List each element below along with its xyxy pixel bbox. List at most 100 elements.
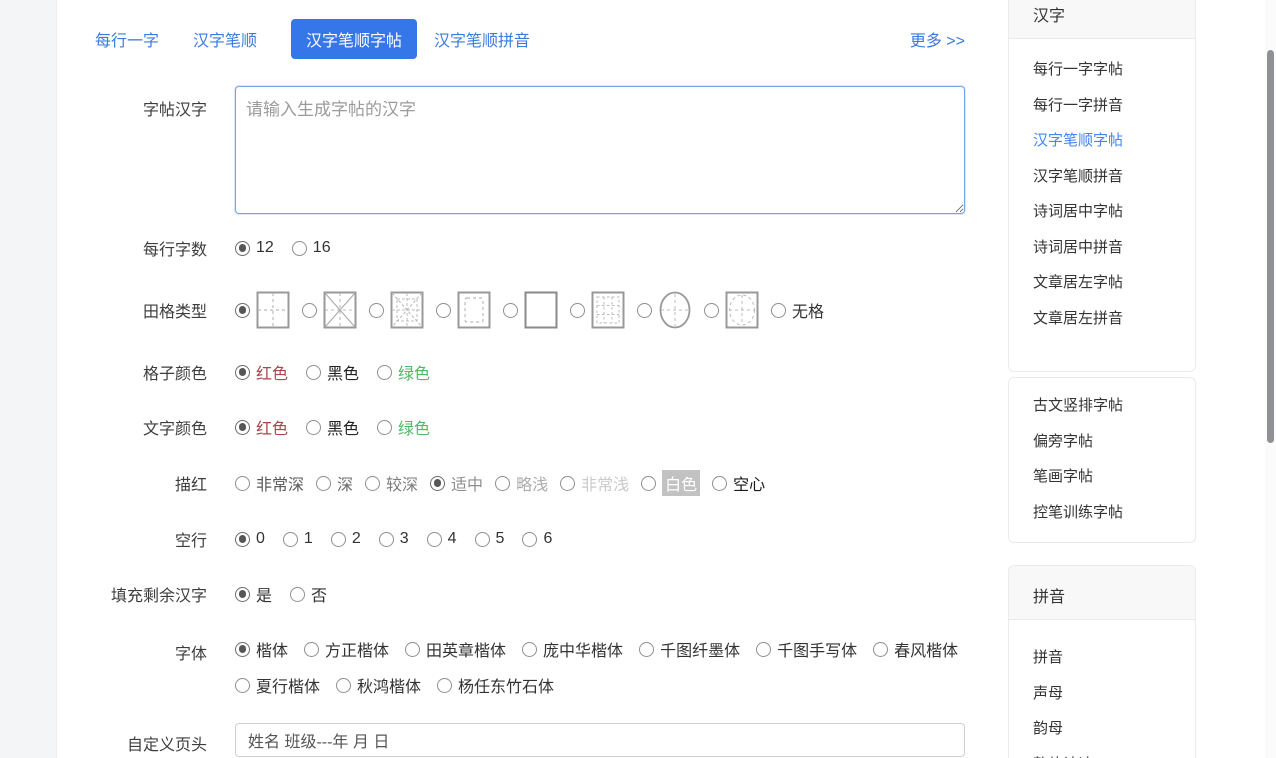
sidebar-hanzi-card: 汉字 每行一字字帖 每行一字拼音 汉字笔顺字帖 汉字笔顺拼音 诗词居中字帖 诗词… <box>1008 0 1196 372</box>
chars-per-row-label: 每行字数 <box>57 236 207 260</box>
radio-icon <box>365 476 380 491</box>
sidebar-item-vertical-classic-copybook[interactable]: 古文竖排字帖 <box>1033 388 1195 424</box>
sidebar-item-stroke-copybook[interactable]: 笔画字帖 <box>1033 459 1195 495</box>
font-option-xiaxing-kaiti[interactable]: 夏行楷体 <box>235 673 320 697</box>
sidebar-item-radical-copybook[interactable]: 偏旁字帖 <box>1033 424 1195 460</box>
grid-color-option-black[interactable]: 黑色 <box>306 360 359 384</box>
row-chars-per-row: 每行字数 12 16 <box>57 236 985 260</box>
radio-icon <box>235 587 250 602</box>
trace-option-white[interactable]: 白色 <box>641 470 700 496</box>
trace-option-medium[interactable]: 适中 <box>430 471 483 495</box>
sidebar-item-pinyin[interactable]: 拼音 <box>1033 640 1195 676</box>
fang-grid-icon <box>524 291 558 329</box>
page-scrollbar-thumb[interactable] <box>1267 50 1274 443</box>
main-form-panel: 每行一字 汉字笔顺 汉字笔顺字帖 汉字笔顺拼音 更多 >> 字帖汉字 每行字数 … <box>57 0 985 758</box>
option-label: 5 <box>496 530 505 548</box>
fill-remaining-option-no[interactable]: 否 <box>290 582 327 606</box>
grid-option-fang[interactable] <box>503 291 558 329</box>
font-option-yangrendong-zhushi[interactable]: 杨任东竹石体 <box>437 673 554 697</box>
option-label: 适中 <box>451 471 483 495</box>
radio-icon <box>704 303 719 318</box>
tab-stroke-order-pinyin[interactable]: 汉字笔顺拼音 <box>434 19 530 59</box>
option-label: 庞中华楷体 <box>543 637 623 661</box>
sidebar-item-article-left-pinyin[interactable]: 文章居左拼音 <box>1033 301 1195 337</box>
sidebar-item-one-char-pinyin[interactable]: 每行一字拼音 <box>1033 88 1195 124</box>
chars-per-row-option-16[interactable]: 16 <box>292 239 331 257</box>
more-link[interactable]: 更多 >> <box>910 27 965 51</box>
yuan-grid-icon <box>658 291 692 329</box>
empty-rows-option-1[interactable]: 1 <box>283 530 313 548</box>
sidebar-pinyin-title: 拼音 <box>1009 566 1195 620</box>
option-label: 略浅 <box>516 471 548 495</box>
radio-icon <box>560 476 575 491</box>
trace-option-very-light[interactable]: 非常浅 <box>560 471 629 495</box>
sidebar-item-one-char-copybook[interactable]: 每行一字字帖 <box>1033 52 1195 88</box>
text-color-option-green[interactable]: 绿色 <box>377 415 430 439</box>
radio-icon <box>235 241 250 256</box>
sidebar-item-initials[interactable]: 声母 <box>1033 676 1195 712</box>
grid-option-none[interactable]: 无格 <box>771 298 824 322</box>
radio-icon <box>427 532 442 547</box>
trace-option-light[interactable]: 略浅 <box>495 471 548 495</box>
option-label: 千图手写体 <box>777 637 857 661</box>
option-label: 杨任东竹石体 <box>458 673 554 697</box>
tab-stroke-order[interactable]: 汉字笔顺 <box>193 19 257 59</box>
empty-rows-option-3[interactable]: 3 <box>379 530 409 548</box>
option-label: 楷体 <box>256 637 288 661</box>
empty-rows-option-6[interactable]: 6 <box>522 530 552 548</box>
tab-bar: 每行一字 汉字笔顺 汉字笔顺字帖 汉字笔顺拼音 更多 >> <box>57 19 985 59</box>
font-option-pangzhonghua-kaiti[interactable]: 庞中华楷体 <box>522 637 623 661</box>
empty-rows-option-5[interactable]: 5 <box>475 530 505 548</box>
grid-option-hui[interactable] <box>436 291 491 329</box>
fill-remaining-option-yes[interactable]: 是 <box>235 582 272 606</box>
row-copybook-chars: 字帖汉字 <box>57 86 985 214</box>
sidebar-item-whole-syllables[interactable]: 整体认读 <box>1033 747 1195 758</box>
sidebar-item-article-left-copybook[interactable]: 文章居左字帖 <box>1033 265 1195 301</box>
grid-option-jiugong[interactable] <box>570 291 625 329</box>
grid-option-tian[interactable] <box>235 291 290 329</box>
font-option-fangzheng-kaiti[interactable]: 方正楷体 <box>304 637 389 661</box>
option-label: 春风楷体 <box>894 637 958 661</box>
fill-remaining-label: 填充剩余汉字 <box>57 582 207 606</box>
trace-option-dark[interactable]: 深 <box>316 471 353 495</box>
sidebar-item-poem-center-pinyin[interactable]: 诗词居中拼音 <box>1033 230 1195 266</box>
trace-option-very-dark[interactable]: 非常深 <box>235 471 304 495</box>
empty-rows-option-2[interactable]: 2 <box>331 530 361 548</box>
sidebar-item-finals[interactable]: 韵母 <box>1033 711 1195 747</box>
sidebar-item-stroke-order-pinyin[interactable]: 汉字笔顺拼音 <box>1033 159 1195 195</box>
grid-color-option-red[interactable]: 红色 <box>235 360 288 384</box>
chars-per-row-option-12[interactable]: 12 <box>235 239 274 257</box>
copybook-chars-input[interactable] <box>235 86 965 214</box>
text-color-option-red[interactable]: 红色 <box>235 415 288 439</box>
option-label: 红色 <box>256 415 288 439</box>
text-color-option-black[interactable]: 黑色 <box>306 415 359 439</box>
trace-option-darker[interactable]: 较深 <box>365 471 418 495</box>
radio-icon <box>495 476 510 491</box>
page-scrollbar-track[interactable] <box>1265 0 1276 758</box>
grid-color-option-green[interactable]: 绿色 <box>377 360 430 384</box>
trace-option-hollow[interactable]: 空心 <box>712 471 765 495</box>
font-option-chunfeng-kaiti[interactable]: 春风楷体 <box>873 637 958 661</box>
tab-stroke-order-copybook[interactable]: 汉字笔顺字帖 <box>291 19 417 59</box>
font-option-qiantu-xianmo[interactable]: 千图纤墨体 <box>639 637 740 661</box>
tab-one-char-per-line[interactable]: 每行一字 <box>95 19 159 59</box>
grid-option-mi-hui[interactable] <box>369 291 424 329</box>
empty-rows-option-4[interactable]: 4 <box>427 530 457 548</box>
sidebar-item-stroke-order-copybook[interactable]: 汉字笔顺字帖 <box>1033 123 1195 159</box>
font-option-qiuhong-kaiti[interactable]: 秋鸿楷体 <box>336 673 421 697</box>
font-option-kaiti[interactable]: 楷体 <box>235 637 288 661</box>
grid-option-yuan-tian[interactable] <box>704 291 759 329</box>
radio-icon <box>475 532 490 547</box>
grid-option-yuan[interactable] <box>637 291 692 329</box>
option-label: 3 <box>400 530 409 548</box>
font-option-qiantu-shouxie[interactable]: 千图手写体 <box>756 637 857 661</box>
sidebar-item-pen-control-copybook[interactable]: 控笔训练字帖 <box>1033 495 1195 531</box>
custom-header-input[interactable] <box>235 723 965 757</box>
empty-rows-option-0[interactable]: 0 <box>235 530 265 548</box>
option-label: 否 <box>311 582 327 606</box>
sidebar-item-poem-center-copybook[interactable]: 诗词居中字帖 <box>1033 194 1195 230</box>
grid-option-mi[interactable] <box>302 291 357 329</box>
radio-icon <box>712 476 727 491</box>
font-option-tianyingzhang-kaiti[interactable]: 田英章楷体 <box>405 637 506 661</box>
yuan-tian-grid-icon <box>725 291 759 329</box>
